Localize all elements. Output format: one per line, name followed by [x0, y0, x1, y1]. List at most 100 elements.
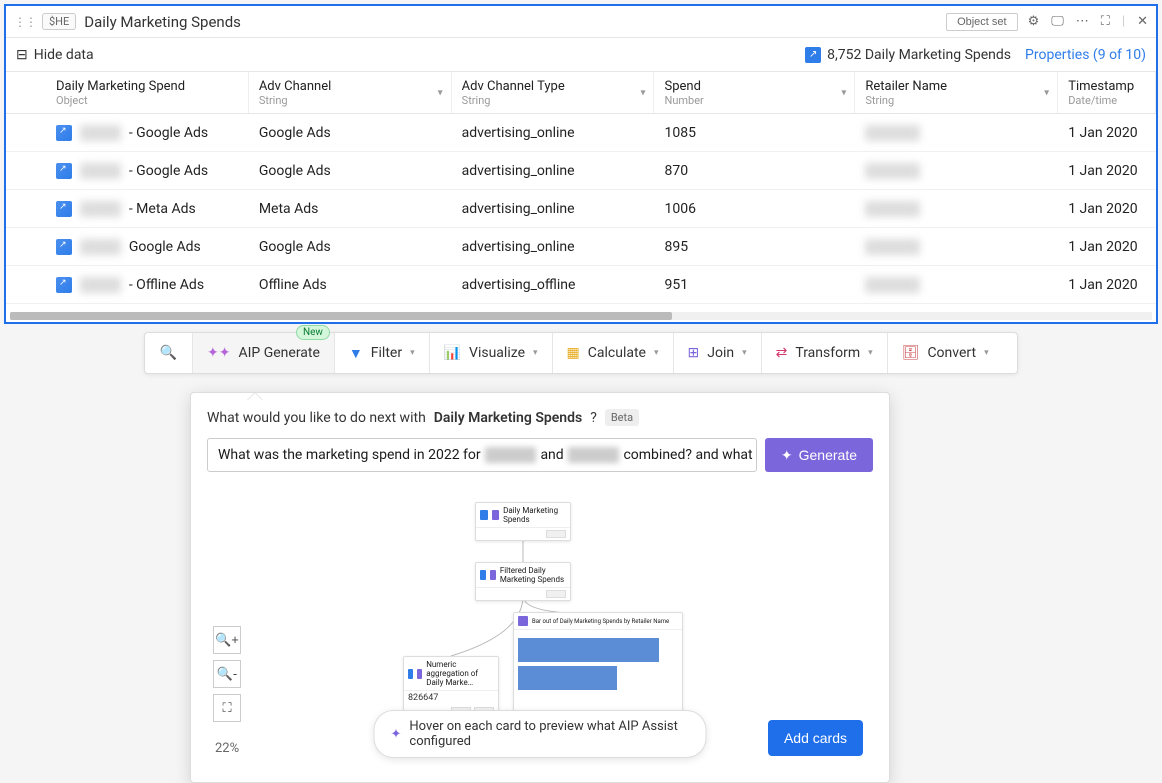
object-icon — [480, 570, 486, 580]
sparkle-icon: ✦ — [781, 447, 793, 464]
convert-button[interactable]: 🗄 Convert ▾ — [888, 333, 1003, 373]
table-row[interactable]: xxxGoogle Ads Google Ads advertising_onl… — [6, 228, 1156, 266]
chevron-down-icon[interactable]: ▾ — [841, 87, 846, 98]
table-row[interactable]: xxx- Google Ads Google Ads advertising_o… — [6, 114, 1156, 152]
row-count: ↗ 8,752 Daily Marketing Spends — [805, 47, 1011, 63]
redacted-text: xxx — [80, 201, 121, 217]
calculate-button[interactable]: ▦ Calculate ▾ — [553, 333, 674, 373]
properties-link[interactable]: Properties (9 of 10) — [1025, 47, 1146, 63]
beta-badge: Beta — [605, 409, 639, 426]
panel-header: ⋮⋮ $HE Daily Marketing Spends Object set… — [6, 6, 1156, 38]
col-header-object[interactable]: Daily Marketing Spend Object — [6, 72, 249, 113]
cell-channel: Google Ads — [249, 163, 452, 179]
chevron-down-icon[interactable]: ▾ — [640, 87, 645, 98]
close-icon[interactable]: ✕ — [1137, 14, 1148, 29]
join-label: Join — [707, 345, 734, 361]
monitor-icon[interactable]: 🖵 — [1051, 14, 1064, 29]
col-header-timestamp[interactable]: Timestamp Date/time — [1058, 72, 1156, 113]
gear-icon[interactable]: ⚙ — [1028, 14, 1040, 29]
hide-data-toggle[interactable]: ⊟ Hide data — [16, 47, 94, 63]
cell-spend: 895 — [654, 239, 855, 255]
chevron-down-icon: ▾ — [410, 348, 415, 358]
generate-label: Generate — [799, 447, 857, 463]
cell-channel-type: advertising_online — [452, 201, 655, 217]
preview-canvas[interactable]: Daily Marketing Spends Filtered Daily Ma… — [207, 484, 873, 766]
add-cards-button[interactable]: Add cards — [768, 720, 863, 756]
cell-channel-type: advertising_online — [452, 239, 655, 255]
object-icon: ↗ — [805, 47, 821, 63]
transform-label: Transform — [795, 345, 860, 361]
ai-icon — [490, 570, 496, 580]
row-count-label: 8,752 Daily Marketing Spends — [827, 47, 1011, 63]
object-icon — [56, 201, 72, 217]
object-icon — [56, 125, 72, 141]
object-icon — [480, 510, 488, 520]
cell-timestamp: 1 Jan 2020 — [1058, 239, 1156, 255]
chevron-down-icon[interactable]: ▾ — [1044, 87, 1049, 98]
cell-channel-type: advertising_online — [452, 125, 655, 141]
horizontal-scrollbar[interactable] — [10, 312, 1152, 320]
table-row[interactable]: xxx- Google Ads Google Ads advertising_o… — [6, 152, 1156, 190]
cell-object: - Google Ads — [129, 125, 208, 141]
hint-tooltip: ✦ Hover on each card to preview what AIP… — [374, 710, 707, 758]
query-input[interactable]: What was the marketing spend in 2022 for… — [207, 438, 757, 472]
cell-timestamp: 1 Jan 2020 — [1058, 201, 1156, 217]
more-icon[interactable]: ⋯ — [1076, 14, 1089, 29]
ai-icon — [518, 616, 528, 626]
search-icon: 🔍 — [160, 345, 177, 361]
object-set-button[interactable]: Object set — [946, 13, 1018, 31]
chevron-down-icon: ▾ — [533, 348, 538, 358]
zoom-fit-button[interactable]: ⛶ — [213, 694, 241, 722]
cell-object: - Google Ads — [129, 163, 208, 179]
sparkle-icon: ✦ — [391, 727, 402, 742]
chart-icon: 📊 — [444, 345, 461, 361]
collapse-icon: ⊟ — [16, 47, 28, 63]
object-icon — [56, 163, 72, 179]
zoom-out-button[interactable]: 🔍- — [213, 660, 241, 688]
filter-icon: ▼ — [349, 345, 363, 362]
convert-label: Convert — [927, 345, 976, 361]
scrollbar-thumb[interactable] — [10, 312, 672, 320]
zoom-in-button[interactable]: 🔍+ — [213, 626, 241, 654]
object-icon — [56, 277, 72, 293]
redacted-text: xxx — [80, 239, 121, 255]
cell-spend: 1085 — [654, 125, 855, 141]
preview-card-filtered[interactable]: Filtered Daily Marketing Spends — [475, 562, 571, 601]
hide-data-label: Hide data — [34, 47, 94, 63]
cell-channel: Offline Ads — [249, 277, 452, 293]
col-header-channel[interactable]: Adv Channel String ▾ — [249, 72, 452, 113]
chevron-down-icon: ▾ — [654, 348, 659, 358]
generate-button[interactable]: ✦ Generate — [765, 438, 873, 472]
cell-object: - Meta Ads — [129, 201, 196, 217]
cell-channel: Google Ads — [249, 125, 452, 141]
search-button[interactable]: 🔍 — [145, 333, 193, 373]
object-icon — [408, 669, 413, 679]
data-panel: ⋮⋮ $HE Daily Marketing Spends Object set… — [4, 4, 1158, 324]
drag-handle-icon[interactable]: ⋮⋮ — [14, 15, 36, 29]
database-icon: 🗄 — [902, 345, 920, 361]
cell-spend: 870 — [654, 163, 855, 179]
cell-channel: Meta Ads — [249, 201, 452, 217]
chevron-down-icon[interactable]: ▾ — [438, 87, 443, 98]
ticker-badge: $HE — [42, 13, 76, 30]
transform-button[interactable]: ⇄ Transform ▾ — [762, 333, 888, 373]
preview-card-source[interactable]: Daily Marketing Spends — [475, 502, 571, 541]
filter-button[interactable]: ▼ Filter ▾ — [335, 333, 430, 373]
calculate-label: Calculate — [588, 345, 646, 361]
aip-generate-button[interactable]: ✦✦ AIP Generate New — [193, 333, 335, 373]
col-header-channel-type[interactable]: Adv Channel Type String ▾ — [452, 72, 655, 113]
preview-card-aggregation[interactable]: Numeric aggregation of Daily Marke… 8266… — [403, 656, 499, 718]
redacted-text: xxxxx — [865, 201, 920, 217]
table-row[interactable]: xxx - Meta Ads Meta Ads advertising_onlin… — [6, 190, 1156, 228]
visualize-button[interactable]: 📊 Visualize ▾ — [430, 333, 553, 373]
redacted-text: xxxxx — [865, 125, 920, 141]
ai-icon — [417, 669, 422, 679]
cell-channel-type: advertising_online — [452, 163, 655, 179]
col-header-spend[interactable]: Spend Number ▾ — [654, 72, 855, 113]
join-button[interactable]: ⊞ Join ▾ — [674, 333, 762, 373]
aip-label: AIP Generate — [238, 345, 319, 361]
expand-icon[interactable]: ⛶ — [1101, 14, 1110, 29]
redacted-text: xxxxx — [865, 239, 920, 255]
col-header-retailer[interactable]: Retailer Name String ▾ — [855, 72, 1058, 113]
table-row[interactable]: xxx- Offline Ads Offline Ads advertising… — [6, 266, 1156, 304]
